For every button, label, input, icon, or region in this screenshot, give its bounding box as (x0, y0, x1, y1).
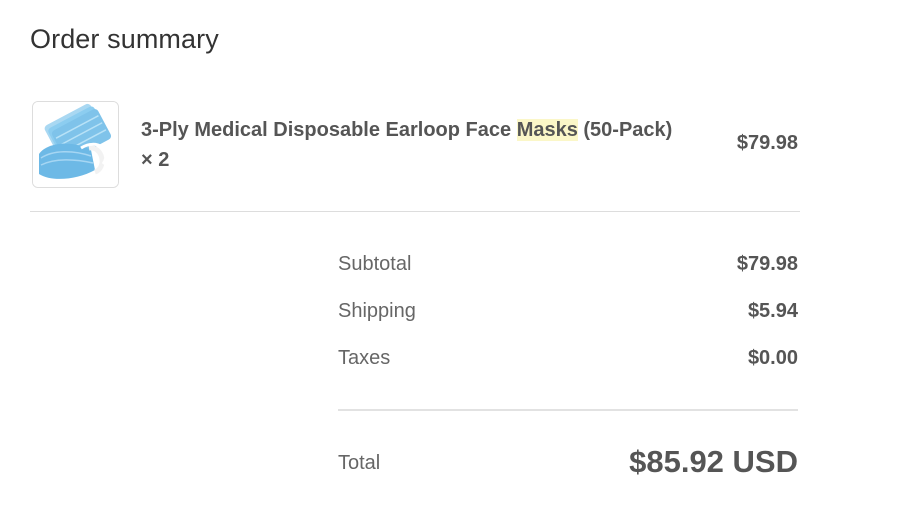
total-label: Total (338, 452, 381, 474)
order-summary-heading: Order summary (30, 24, 219, 54)
product-price: $79.98 (736, 132, 798, 154)
face-mask-pack-image (33, 102, 118, 187)
taxes-row: Taxes $0.00 (338, 339, 798, 386)
subtotal-value: $79.98 (736, 253, 798, 275)
cost-breakdown: Subtotal $79.98 Shipping $5.94 Taxes $0.… (338, 245, 798, 386)
total-value: $85.92 USD (629, 444, 798, 479)
product-name: 3-Ply Medical Disposable Earloop Face Ma… (141, 115, 681, 175)
shipping-label: Shipping (338, 300, 416, 322)
search-highlight: Masks (516, 119, 578, 141)
taxes-value: $0.00 (747, 347, 798, 369)
total-divider (338, 409, 798, 411)
order-line-item: 3-Ply Medical Disposable Earloop Face Ma… (30, 101, 800, 188)
product-name-start: 3-Ply Medical Disposable Earloop Face (141, 119, 517, 141)
subtotal-label: Subtotal (338, 253, 412, 275)
shipping-row: Shipping $5.94 (338, 292, 798, 339)
taxes-label: Taxes (338, 347, 391, 369)
product-thumbnail (32, 101, 119, 188)
shipping-value: $5.94 (747, 300, 798, 322)
subtotal-row: Subtotal $79.98 (338, 245, 798, 292)
line-item-divider (30, 211, 800, 212)
